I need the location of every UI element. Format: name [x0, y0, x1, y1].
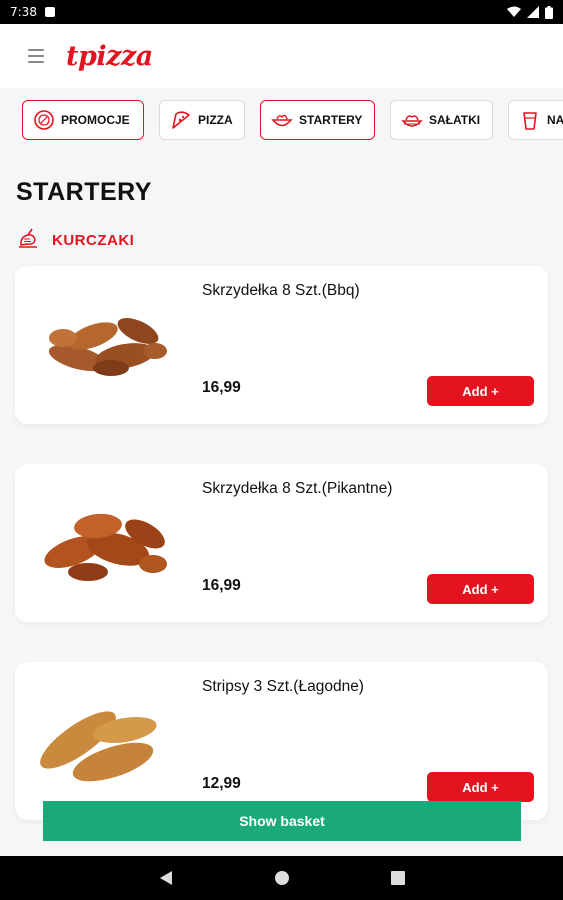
- app-bar: tpizza: [0, 24, 563, 88]
- product-card[interactable]: Skrzydełka 8 Szt.(Bbq) 16,99 Add +: [15, 266, 548, 424]
- product-price: 12,99: [202, 775, 241, 792]
- add-to-cart-button[interactable]: Add +: [427, 772, 534, 802]
- chicken-wings-spicy-image: [44, 513, 167, 581]
- category-pizza[interactable]: PIZZA: [159, 100, 245, 140]
- category-label: PIZZA: [198, 113, 233, 127]
- logo[interactable]: tpizza: [66, 41, 153, 72]
- category-salatki[interactable]: SAŁATKI: [390, 100, 493, 140]
- status-time: 7:38: [10, 5, 37, 19]
- chicken-strips-image: [40, 711, 157, 782]
- wifi-icon: [507, 6, 521, 17]
- battery-icon: [545, 5, 553, 19]
- category-label: STARTERY: [299, 113, 363, 127]
- drink-cup-icon: [519, 109, 541, 131]
- recents-icon[interactable]: [388, 868, 408, 888]
- signal-icon: [527, 6, 539, 18]
- status-bar: 7:38: [0, 0, 563, 24]
- chicken-wings-bbq-image: [48, 318, 167, 376]
- starter-bowl-icon: [271, 109, 293, 131]
- home-icon[interactable]: [272, 868, 292, 888]
- chicken-drumstick-icon: [16, 227, 40, 253]
- category-bar: PROMOCJE PIZZA STARTERY SAŁATKI NA: [0, 100, 563, 142]
- promo-icon: [33, 109, 55, 131]
- category-label: SAŁATKI: [429, 113, 481, 127]
- subcategory-label: KURCZAKI: [52, 231, 135, 249]
- product-price: 16,99: [202, 577, 241, 594]
- product-name: Skrzydełka 8 Szt.(Bbq): [202, 282, 360, 299]
- section-title: STARTERY: [16, 178, 152, 206]
- category-label: PROMOCJE: [61, 113, 130, 127]
- category-promocje[interactable]: PROMOCJE: [22, 100, 144, 140]
- category-label: NA: [547, 113, 563, 127]
- product-name: Skrzydełka 8 Szt.(Pikantne): [202, 480, 393, 497]
- add-to-cart-button[interactable]: Add +: [427, 574, 534, 604]
- notification-icon: [44, 7, 55, 17]
- salad-bowl-icon: [401, 109, 423, 131]
- pizza-slice-icon: [170, 109, 192, 131]
- subcategory-header: KURCZAKI: [16, 227, 134, 253]
- product-card[interactable]: Stripsy 3 Szt.(Łagodne) 12,99 Add +: [15, 662, 548, 820]
- product-price: 16,99: [202, 379, 241, 396]
- status-icons: [507, 5, 553, 19]
- show-basket-button[interactable]: Show basket: [43, 801, 521, 841]
- product-name: Stripsy 3 Szt.(Łagodne): [202, 678, 364, 695]
- hamburger-icon[interactable]: [28, 49, 44, 63]
- category-startery[interactable]: STARTERY: [260, 100, 375, 140]
- back-icon[interactable]: [156, 868, 176, 888]
- category-napoje[interactable]: NA: [508, 100, 563, 140]
- add-to-cart-button[interactable]: Add +: [427, 376, 534, 406]
- system-nav-bar: [0, 856, 563, 900]
- product-card[interactable]: Skrzydełka 8 Szt.(Pikantne) 16,99 Add +: [15, 464, 548, 622]
